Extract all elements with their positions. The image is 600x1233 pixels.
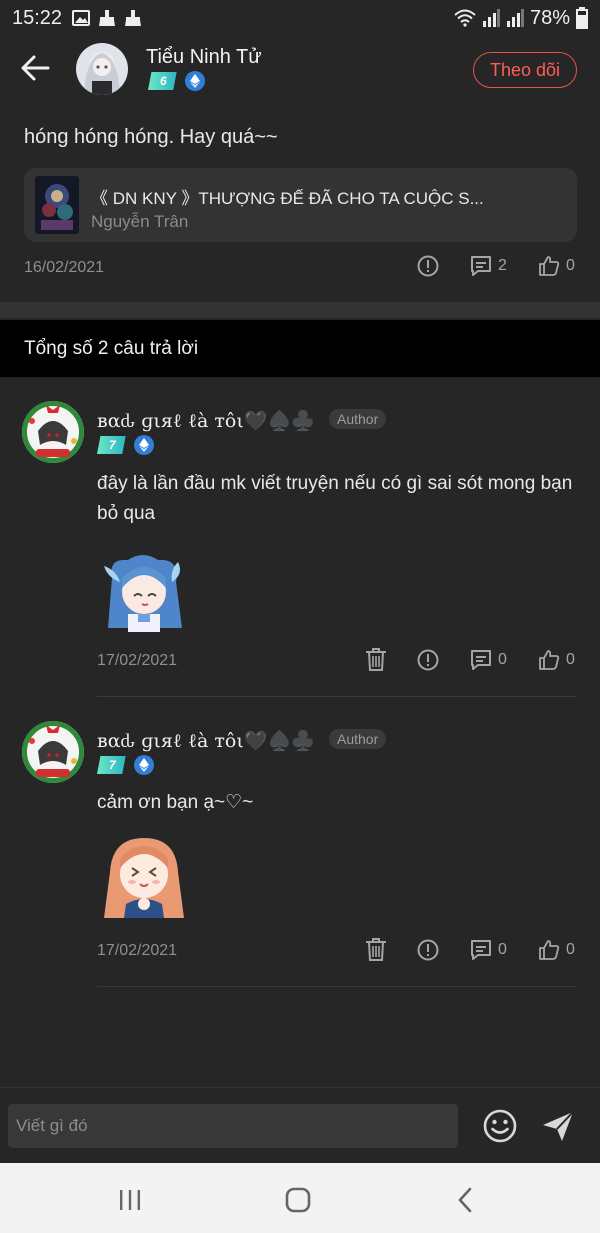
cleaner-icon bbox=[125, 10, 142, 26]
reply-date: 17/02/2021 bbox=[97, 942, 178, 959]
story-author: Nguyễn Trân bbox=[91, 212, 189, 231]
delete-button[interactable] bbox=[365, 938, 387, 962]
signal-icon bbox=[482, 9, 500, 27]
like-icon bbox=[539, 940, 560, 960]
replies-header: Tổng số 2 câu trả lời bbox=[0, 320, 600, 377]
reply-text: cảm ơn bạn ạ~♡~ bbox=[97, 792, 254, 813]
like-count: 0 bbox=[566, 941, 575, 958]
report-icon bbox=[417, 939, 439, 961]
delete-icon bbox=[366, 648, 386, 671]
section-separator bbox=[0, 302, 600, 318]
sticker-image bbox=[98, 832, 188, 922]
report-button[interactable] bbox=[417, 649, 439, 671]
reply-input-bar bbox=[0, 1087, 600, 1163]
report-icon bbox=[417, 649, 439, 671]
reply-divider bbox=[97, 986, 577, 987]
cleaner-icon bbox=[99, 10, 116, 26]
level-badge: 7 bbox=[97, 756, 126, 774]
comment-text: hóng hóng hóng. Hay quá~~ bbox=[24, 126, 278, 148]
sticker-image bbox=[98, 548, 188, 638]
back-arrow-icon[interactable] bbox=[18, 50, 54, 86]
delete-button[interactable] bbox=[365, 648, 387, 672]
signal-icon bbox=[506, 9, 524, 27]
follow-button[interactable]: Theo dõi bbox=[473, 52, 577, 88]
comment-date: 16/02/2021 bbox=[24, 259, 105, 276]
report-button[interactable] bbox=[417, 939, 439, 961]
ethereum-icon bbox=[133, 435, 154, 455]
back-icon[interactable] bbox=[451, 1185, 481, 1215]
comment-icon bbox=[471, 256, 491, 276]
like-button[interactable]: 0 bbox=[538, 939, 575, 961]
wifi-icon bbox=[454, 9, 476, 27]
send-icon[interactable] bbox=[540, 1108, 576, 1144]
reply-input[interactable] bbox=[8, 1104, 458, 1148]
emoji-icon[interactable] bbox=[482, 1108, 518, 1144]
reply-count: 2 bbox=[498, 257, 507, 274]
battery-icon bbox=[576, 7, 588, 29]
ethereum-icon bbox=[133, 755, 154, 775]
author-tag: Author bbox=[329, 729, 387, 749]
story-cover bbox=[35, 176, 79, 234]
like-count: 0 bbox=[566, 651, 575, 668]
like-button[interactable]: 0 bbox=[538, 255, 575, 277]
reply-author-name[interactable]: вαԃ ɡιяℓ ℓà тôι🖤♠️♣️ bbox=[97, 729, 315, 753]
like-icon bbox=[539, 256, 560, 276]
report-icon bbox=[417, 255, 439, 277]
reply-date: 17/02/2021 bbox=[97, 652, 178, 669]
battery-level: 78% bbox=[529, 6, 570, 29]
reply-count-button[interactable]: 0 bbox=[470, 939, 507, 961]
level-badge: 6 bbox=[148, 72, 177, 90]
reply-count: 0 bbox=[498, 941, 507, 958]
like-icon bbox=[539, 650, 560, 670]
comment-meta: 16/02/2021 bbox=[24, 256, 104, 280]
comment-icon bbox=[471, 940, 491, 960]
reply-count-button[interactable]: 0 bbox=[470, 649, 507, 671]
delete-icon bbox=[366, 938, 386, 961]
status-bar: 15:22 78% bbox=[0, 0, 600, 36]
avatar[interactable] bbox=[22, 401, 84, 463]
story-title: 《 DN KNY 》THƯỢNG ĐẾ ĐÃ CHO TA CUỘC S... bbox=[91, 189, 484, 208]
reply-text: đây là lần đầu mk viết truyện nếu có gì … bbox=[97, 473, 573, 524]
avatar[interactable] bbox=[76, 43, 128, 95]
report-button[interactable] bbox=[417, 255, 439, 277]
like-count: 0 bbox=[566, 257, 575, 274]
author-tag: Author bbox=[329, 409, 387, 429]
ethereum-icon bbox=[184, 71, 205, 91]
reply-divider bbox=[97, 696, 577, 697]
reply-author-name[interactable]: вαԃ ɡιяℓ ℓà тôι🖤♠️♣️ bbox=[97, 409, 315, 433]
reply-count-button[interactable]: 2 bbox=[470, 255, 507, 277]
system-nav-bar bbox=[0, 1163, 600, 1233]
user-badges: 6 bbox=[148, 71, 205, 91]
reply-meta: 17/02/2021 bbox=[97, 649, 177, 673]
gallery-icon bbox=[72, 10, 91, 26]
like-button[interactable]: 0 bbox=[538, 649, 575, 671]
comment-icon bbox=[471, 650, 491, 670]
reply-meta: 17/02/2021 bbox=[97, 939, 177, 963]
user-badges: 7 bbox=[97, 755, 154, 775]
home-icon[interactable] bbox=[283, 1185, 313, 1215]
reply-count: 0 bbox=[498, 651, 507, 668]
level-badge: 7 bbox=[97, 436, 126, 454]
story-card[interactable]: 《 DN KNY 》THƯỢNG ĐẾ ĐÃ CHO TA CUỘC S... … bbox=[24, 168, 577, 242]
user-name[interactable]: Tiểu Ninh Tử bbox=[146, 46, 262, 69]
comment-header: Tiểu Ninh Tử 6 Theo dõi bbox=[0, 38, 600, 102]
avatar[interactable] bbox=[22, 721, 84, 783]
recent-apps-icon[interactable] bbox=[115, 1185, 145, 1215]
status-time: 15:22 bbox=[12, 6, 63, 29]
user-badges: 7 bbox=[97, 435, 154, 455]
